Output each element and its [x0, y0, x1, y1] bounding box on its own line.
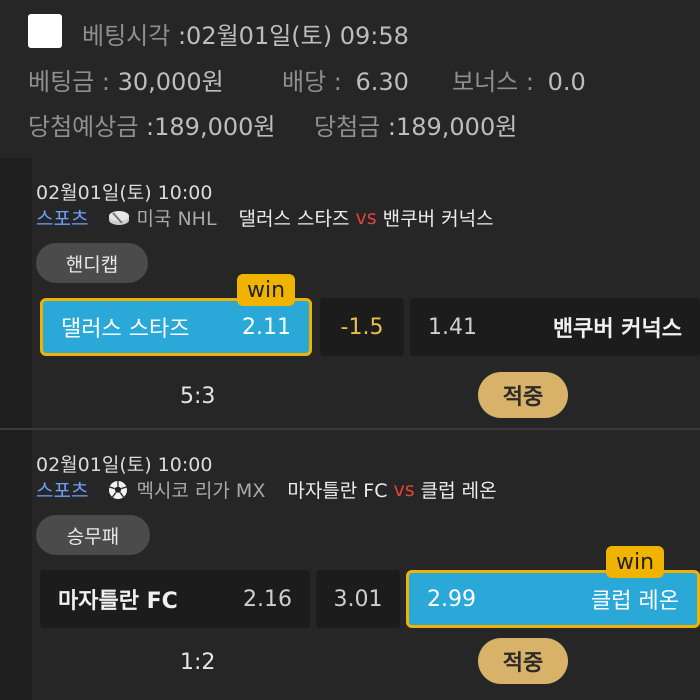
market-type-badge: 핸디캡 [36, 243, 148, 283]
home-odds-option[interactable]: 마자틀란 FC 2.16 [40, 570, 310, 628]
handicap-option[interactable]: -1.5 [320, 298, 404, 356]
bet-time-row: 베팅시각 :02월01일(토) 09:58 [82, 16, 409, 51]
away-option-odds: 1.41 [428, 314, 477, 340]
bet-time-label: 베팅시각 [82, 22, 171, 50]
expected-win-label: 당첨예상금 [28, 113, 139, 141]
market-type-badge: 승무패 [36, 515, 150, 555]
win-amount-value: :189,000원 [387, 113, 518, 141]
away-option-team: 밴쿠버 커넉스 [552, 317, 682, 342]
match-info-line: 스포츠 멕시코 리가 MX 마자틀란 FC vs 클럽 레온 [36, 476, 497, 503]
vs-label: vs [355, 206, 377, 229]
result-badge: 적중 [478, 638, 568, 684]
bet-time-value: :02월01일(토) 09:58 [177, 22, 409, 50]
away-odds-option[interactable]: 2.99 클럽 레온 [406, 570, 700, 628]
home-team-name: 마자틀란 FC [287, 480, 388, 502]
odds-value: 6.30 [355, 68, 409, 96]
win-badge: win [606, 546, 665, 578]
win-amount-row: 당첨금 :189,000원 [314, 107, 517, 142]
hockey-puck-icon [108, 208, 130, 228]
home-option-team: 댈러스 스타즈 [61, 317, 190, 342]
bonus-label: 보너스 : [452, 68, 534, 96]
handicap-value: -1.5 [340, 314, 384, 340]
away-option-odds: 2.99 [427, 586, 476, 612]
match-info-line: 스포츠 미국 NHL 댈러스 스타즈 vs 밴쿠버 커넉스 [36, 204, 494, 231]
stake-label: 베팅금 : [28, 68, 110, 96]
home-team-name: 댈러스 스타즈 [238, 208, 350, 230]
league-name: 멕시코 리가 MX [136, 480, 266, 502]
bet-card: 02월01일(토) 10:00 스포츠 미국 NHL 댈러스 스타즈 vs 밴쿠… [32, 158, 700, 428]
final-score: 1:2 [180, 650, 216, 675]
league-name: 미국 NHL [136, 208, 217, 230]
bonus-value: 0.0 [547, 68, 586, 96]
away-option-team: 클럽 레온 [591, 589, 679, 614]
home-option-team: 마자틀란 FC [58, 589, 178, 614]
select-checkbox[interactable] [28, 14, 62, 48]
stake-value: 30,000원 [117, 68, 224, 96]
soccer-ball-icon [108, 480, 128, 500]
stake-row: 베팅금 : 30,000원 [28, 62, 224, 97]
away-odds-option[interactable]: 1.41 밴쿠버 커넉스 [410, 298, 700, 356]
vs-label: vs [393, 478, 415, 501]
win-amount-label: 당첨금 [314, 113, 381, 141]
match-datetime: 02월01일(토) 10:00 [36, 182, 213, 204]
home-odds-option[interactable]: 댈러스 스타즈 2.11 [40, 298, 312, 356]
expected-win-row: 당첨예상금 :189,000원 [28, 107, 275, 142]
home-option-odds: 2.16 [243, 586, 292, 612]
away-team-name: 클럽 레온 [420, 480, 497, 502]
home-option-odds: 2.11 [242, 314, 291, 340]
result-badge: 적중 [478, 372, 568, 418]
bet-card: 02월01일(토) 10:00 스포츠 멕시코 리가 MX 마자틀란 FC vs… [32, 430, 700, 700]
bonus-row: 보너스 : 0.0 [452, 62, 586, 97]
draw-odds-value: 3.01 [333, 586, 383, 612]
expected-win-value: :189,000원 [146, 113, 276, 141]
draw-odds-option[interactable]: 3.01 [316, 570, 400, 628]
away-team-name: 밴쿠버 커넉스 [382, 208, 494, 230]
final-score: 5:3 [180, 384, 216, 409]
category-label: 스포츠 [36, 480, 89, 502]
win-badge: win [237, 274, 296, 306]
odds-row: 배당 : 6.30 [282, 62, 409, 97]
match-datetime: 02월01일(토) 10:00 [36, 454, 213, 476]
bet-summary-header: 베팅시각 :02월01일(토) 09:58 베팅금 : 30,000원 배당 :… [0, 0, 700, 158]
category-label: 스포츠 [36, 208, 89, 230]
odds-label: 배당 : [282, 68, 342, 96]
